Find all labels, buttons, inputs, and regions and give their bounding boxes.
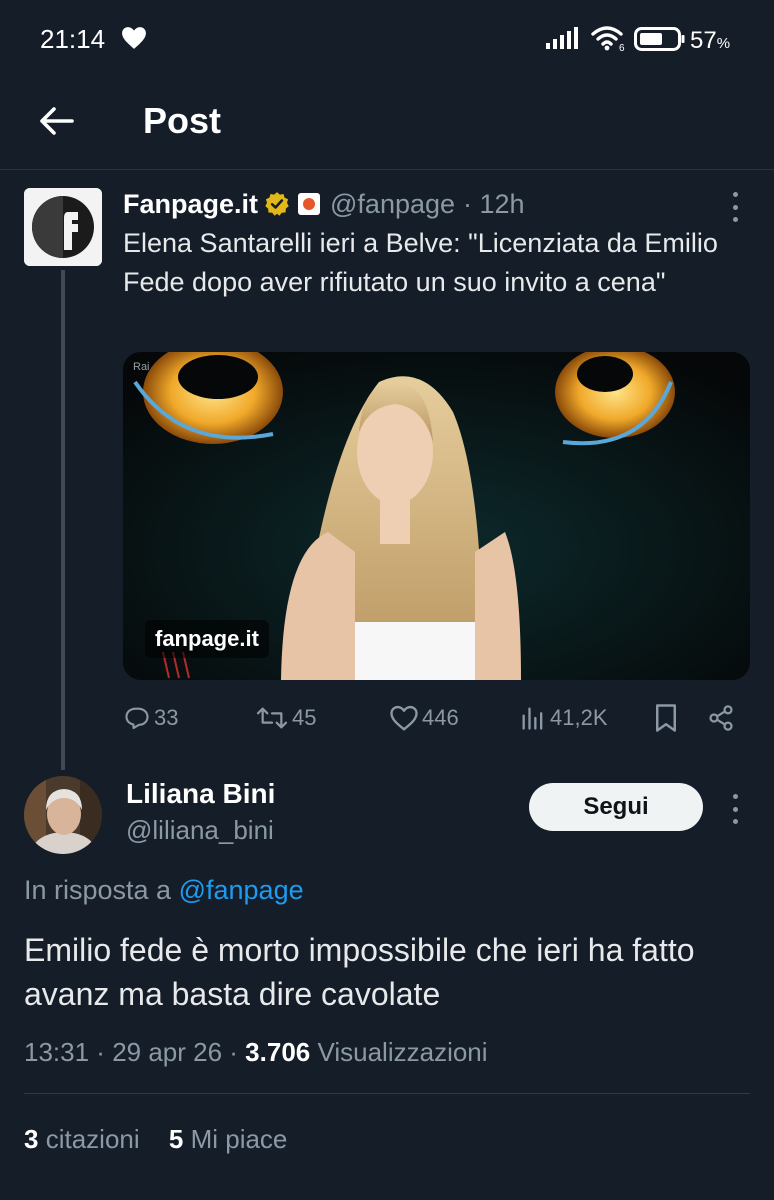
reply-author-name[interactable]: Liliana Bini [126, 778, 275, 810]
media-watermark: fanpage.it [145, 620, 269, 658]
thread-line [61, 270, 65, 770]
battery-percentage: 57% [690, 27, 731, 54]
page-title: Post [143, 100, 222, 141]
bookmark-icon [656, 704, 676, 732]
more-icon[interactable] [729, 794, 741, 824]
status-time: 21:14 [40, 24, 106, 54]
views-count: 41,2K [550, 705, 608, 730]
bookmark-button[interactable] [653, 700, 682, 736]
media-corner-tag: Rai [133, 361, 150, 373]
avatar[interactable] [24, 776, 102, 854]
retweet-count: 45 [292, 705, 317, 730]
tweet-time: · 12h [463, 188, 525, 219]
back-arrow-icon[interactable] [34, 98, 80, 144]
reply-date: 29 apr 26 [112, 1037, 223, 1067]
svg-text:6: 6 [619, 43, 625, 52]
verified-badge-icon [265, 192, 289, 216]
like-count: 446 [422, 705, 459, 730]
quotes-count: 3 [24, 1124, 39, 1154]
reply-icon [125, 707, 149, 730]
tweet-text: Elena Santarelli ieri a Belve: "Licenzia… [123, 228, 718, 297]
heart-icon [122, 27, 146, 49]
retweet-icon [256, 707, 288, 729]
views-icon [522, 707, 543, 730]
reply-views-label: Visualizzazioni [317, 1037, 488, 1067]
battery-icon [634, 27, 685, 51]
reply-author-handle[interactable]: @liliana_bini [126, 815, 274, 846]
likes-count: 5 [168, 1124, 184, 1154]
reply-time: 13:31 [24, 1037, 90, 1067]
author-handle[interactable]: @fanpage [330, 189, 455, 220]
in-reply-to-prefix: In risposta a [24, 875, 172, 905]
status-bar: 21:14 6 57% [0, 0, 774, 80]
in-reply-to: In risposta a @fanpage [24, 875, 304, 906]
share-button[interactable] [707, 700, 738, 736]
more-icon[interactable] [729, 192, 741, 222]
quotes-link[interactable]: 3 citazioni [24, 1124, 140, 1154]
retweet-button[interactable]: 45 [255, 700, 316, 736]
divider [24, 1093, 750, 1094]
reply-text: Emilio fede è morto impossibile che ieri… [24, 932, 695, 1012]
signal-icon [546, 27, 578, 49]
tweet-media-image[interactable]: Rai fanpage.it [123, 352, 750, 680]
views-button[interactable]: 41,2K [519, 700, 608, 736]
like-button[interactable]: 446 [389, 700, 459, 736]
tweet-header: Fanpage.it @fanpage · 12h [123, 186, 525, 222]
reply-count: 33 [154, 705, 179, 730]
top-app-bar: Post [0, 80, 774, 170]
likes-link[interactable]: 5 Mi piace [169, 1124, 288, 1154]
fanpage-logo-icon [24, 188, 102, 266]
likes-label: Mi piace [190, 1124, 288, 1154]
affiliate-icon [298, 193, 321, 215]
share-icon [709, 705, 733, 731]
reply-button[interactable]: 33 [123, 700, 178, 736]
author-name[interactable]: Fanpage.it [123, 189, 258, 220]
in-reply-to-link[interactable]: @fanpage [179, 875, 304, 905]
follow-button[interactable]: Segui [529, 783, 703, 831]
liliana-avatar-image [24, 776, 102, 854]
reply-meta: 13:31 · 29 apr 26 · 3.706 Visualizzazion… [24, 1037, 488, 1067]
quotes-label: citazioni [45, 1124, 140, 1154]
like-icon [390, 705, 418, 731]
wifi-icon: 6 [591, 26, 625, 52]
tweet-actions: 33 45 446 41,2K [123, 700, 743, 736]
reply-stats: 3 citazioni 5 Mi piace [24, 1124, 287, 1155]
fanpage-avatar[interactable] [24, 188, 102, 266]
reply-views-count: 3.706 [245, 1037, 311, 1067]
